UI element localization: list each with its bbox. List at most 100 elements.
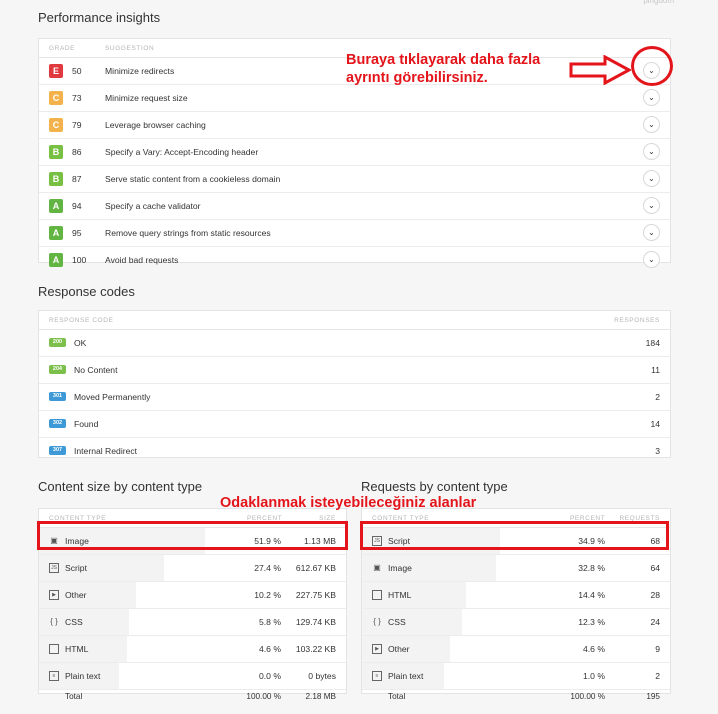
status-code-badge: 301 bbox=[49, 392, 66, 401]
chevron-down-icon[interactable]: ⌄ bbox=[643, 143, 660, 160]
insight-row[interactable]: A 95 Remove query strings from static reso… bbox=[39, 220, 670, 247]
responses-header: RESPONSE CODE RESPONSES bbox=[39, 311, 670, 330]
content-type-percent: 14.4 % bbox=[578, 590, 605, 600]
chevron-down-icon[interactable]: ⌄ bbox=[643, 251, 660, 268]
response-label: Internal Redirect bbox=[74, 446, 138, 456]
brand-logo: pingdom bbox=[643, 0, 674, 5]
insight-row[interactable]: C 73 Minimize request size ⌄ bbox=[39, 85, 670, 112]
total-percent: 100.00 % bbox=[246, 692, 281, 701]
content-type-row: ≡ Plain text 0.0 % 0 bytes bbox=[39, 663, 346, 690]
insight-row[interactable]: A 100 Avoid bad requests ⌄ bbox=[39, 247, 670, 273]
insight-suggestion: Serve static content from a cookieless d… bbox=[105, 174, 281, 184]
response-count: 3 bbox=[655, 446, 660, 456]
status-code-badge: 204 bbox=[49, 365, 66, 374]
response-label: No Content bbox=[74, 365, 118, 375]
grade-badge: A bbox=[49, 253, 63, 267]
insight-row[interactable]: A 94 Specify a cache validator ⌄ bbox=[39, 193, 670, 220]
grade-badge: B bbox=[49, 145, 63, 159]
content-type-requests: 9 bbox=[655, 644, 660, 654]
code-column-header: RESPONSE CODE bbox=[49, 317, 114, 324]
content-type-size: 227.75 KB bbox=[295, 590, 336, 600]
chevron-down-icon[interactable]: ⌄ bbox=[643, 116, 660, 133]
response-count: 14 bbox=[650, 419, 660, 429]
grade-column-header: GRADE bbox=[49, 45, 76, 52]
content-type-row: { } CSS 12.3 % 24 bbox=[362, 609, 670, 636]
content-size-total-row: Total 100.00 % 2.18 MB bbox=[39, 690, 346, 704]
total-size: 2.18 MB bbox=[305, 692, 337, 701]
responses-title: Response codes bbox=[38, 284, 135, 299]
content-size-title: Content size by content type bbox=[38, 479, 203, 494]
annotation-focus-areas: Odaklanmak isteyebileceğiniz alanlar bbox=[220, 495, 477, 511]
insight-score: 73 bbox=[72, 93, 82, 103]
highlight-script-row bbox=[360, 521, 669, 550]
grade-badge: A bbox=[49, 226, 63, 240]
content-type-row: HTML 14.4 % 28 bbox=[362, 582, 670, 609]
content-type-row: ▶ Other 10.2 % 227.75 KB bbox=[39, 582, 346, 609]
insight-suggestion: Leverage browser caching bbox=[105, 120, 206, 130]
total-label: Total bbox=[65, 692, 83, 701]
content-type-size: 103.22 KB bbox=[295, 644, 336, 654]
insight-row[interactable]: B 86 Specify a Vary: Accept-Encoding heade… bbox=[39, 139, 670, 166]
image-icon: ▣ bbox=[373, 563, 381, 572]
content-type-percent: 1.0 % bbox=[583, 671, 605, 681]
content-type-percent: 27.4 % bbox=[254, 563, 281, 573]
total-label: Total bbox=[388, 692, 406, 701]
grade-badge: E bbox=[49, 64, 63, 78]
content-type-name: HTML bbox=[388, 590, 412, 600]
insight-suggestion: Specify a cache validator bbox=[105, 201, 201, 211]
html-icon bbox=[49, 644, 59, 654]
total-requests: 195 bbox=[646, 692, 660, 701]
responses-table: RESPONSE CODE RESPONSES 200 OK 184 204 No Co… bbox=[38, 310, 671, 458]
responses-column-header: RESPONSES bbox=[614, 317, 660, 324]
response-row: 307 Internal Redirect 3 bbox=[39, 438, 670, 464]
response-label: Found bbox=[74, 419, 99, 429]
insight-score: 50 bbox=[72, 66, 82, 76]
highlight-image-row bbox=[37, 521, 348, 550]
plain-text-icon: ≡ bbox=[49, 671, 59, 681]
content-type-percent: 10.2 % bbox=[254, 590, 281, 600]
content-type-row: HTML 4.6 % 103.22 KB bbox=[39, 636, 346, 663]
share-bar bbox=[362, 555, 497, 581]
content-type-name: Plain text bbox=[388, 671, 424, 681]
insight-score: 95 bbox=[72, 228, 82, 238]
status-code-badge: 302 bbox=[49, 419, 66, 428]
insight-suggestion: Specify a Vary: Accept-Encoding header bbox=[105, 147, 259, 157]
content-type-row: ▣ Image 32.8 % 64 bbox=[362, 555, 670, 582]
arrow-right-icon bbox=[569, 55, 631, 85]
insight-score: 94 bbox=[72, 201, 82, 211]
chevron-down-icon[interactable]: ⌄ bbox=[643, 224, 660, 241]
insight-suggestion: Avoid bad requests bbox=[105, 255, 179, 265]
content-type-requests: 24 bbox=[650, 617, 660, 627]
grade-badge: A bbox=[49, 199, 63, 213]
chevron-down-icon[interactable]: ⌄ bbox=[643, 197, 660, 214]
insights-title: Performance insights bbox=[38, 10, 161, 25]
insight-row[interactable]: C 79 Leverage browser caching ⌄ bbox=[39, 112, 670, 139]
content-type-name: Plain text bbox=[65, 671, 101, 681]
response-row: 204 No Content 11 bbox=[39, 357, 670, 384]
suggestion-column-header: SUGGESTION bbox=[105, 45, 155, 52]
response-label: OK bbox=[74, 338, 87, 348]
response-row: 301 Moved Permanently 2 bbox=[39, 384, 670, 411]
status-code-badge: 307 bbox=[49, 446, 66, 455]
chevron-down-icon[interactable]: ⌄ bbox=[643, 170, 660, 187]
chevron-down-icon[interactable]: ⌄ bbox=[643, 89, 660, 106]
content-type-name: HTML bbox=[65, 644, 89, 654]
content-type-row: { } CSS 5.8 % 129.74 KB bbox=[39, 609, 346, 636]
content-type-percent: 12.3 % bbox=[578, 617, 605, 627]
content-type-row: JS Script 27.4 % 612.67 KB bbox=[39, 555, 346, 582]
insight-suggestion: Minimize redirects bbox=[105, 66, 175, 76]
status-code-badge: 200 bbox=[49, 338, 66, 347]
other-icon: ▶ bbox=[372, 644, 382, 654]
total-percent: 100.00 % bbox=[570, 692, 605, 701]
insight-suggestion: Remove query strings from static resourc… bbox=[105, 228, 271, 238]
response-row: 302 Found 14 bbox=[39, 411, 670, 438]
requests-title: Requests by content type bbox=[361, 479, 508, 494]
insight-row[interactable]: B 87 Serve static content from a cookieles… bbox=[39, 166, 670, 193]
content-type-size: 129.74 KB bbox=[295, 617, 336, 627]
content-type-percent: 5.8 % bbox=[259, 617, 281, 627]
insight-score: 100 bbox=[72, 255, 87, 265]
insight-score: 79 bbox=[72, 120, 82, 130]
other-icon: ▶ bbox=[49, 590, 59, 600]
response-label: Moved Permanently bbox=[74, 392, 151, 402]
html-icon bbox=[372, 590, 382, 600]
